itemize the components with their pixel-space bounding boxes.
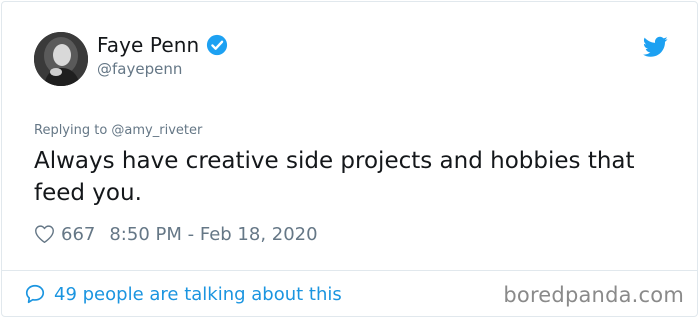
speech-bubble-icon (25, 284, 45, 304)
heart-outline-icon[interactable] (34, 224, 55, 244)
timestamp[interactable]: 8:50 PM - Feb 18, 2020 (109, 224, 317, 245)
verified-badge-icon (207, 34, 228, 56)
user-handle[interactable]: @fayepenn (97, 60, 182, 78)
talking-about-link[interactable]: 49 people are talking about this (24, 283, 342, 305)
twitter-bird-icon[interactable] (643, 36, 668, 58)
avatar-photo (34, 32, 88, 86)
display-name-row: Faye Penn (97, 33, 228, 57)
watermark: boredpanda.com (503, 283, 684, 307)
avatar[interactable] (34, 32, 88, 86)
tweet-meta: 667 8:50 PM - Feb 18, 2020 (34, 222, 318, 246)
display-name[interactable]: Faye Penn (97, 33, 199, 57)
talking-about-text: 49 people are talking about this (54, 283, 342, 305)
like-count[interactable]: 667 (61, 224, 95, 245)
tweet-text: Always have creative side projects and h… (34, 148, 635, 206)
replying-to[interactable]: Replying to @amy_riveter (34, 123, 202, 138)
divider (1, 270, 698, 271)
